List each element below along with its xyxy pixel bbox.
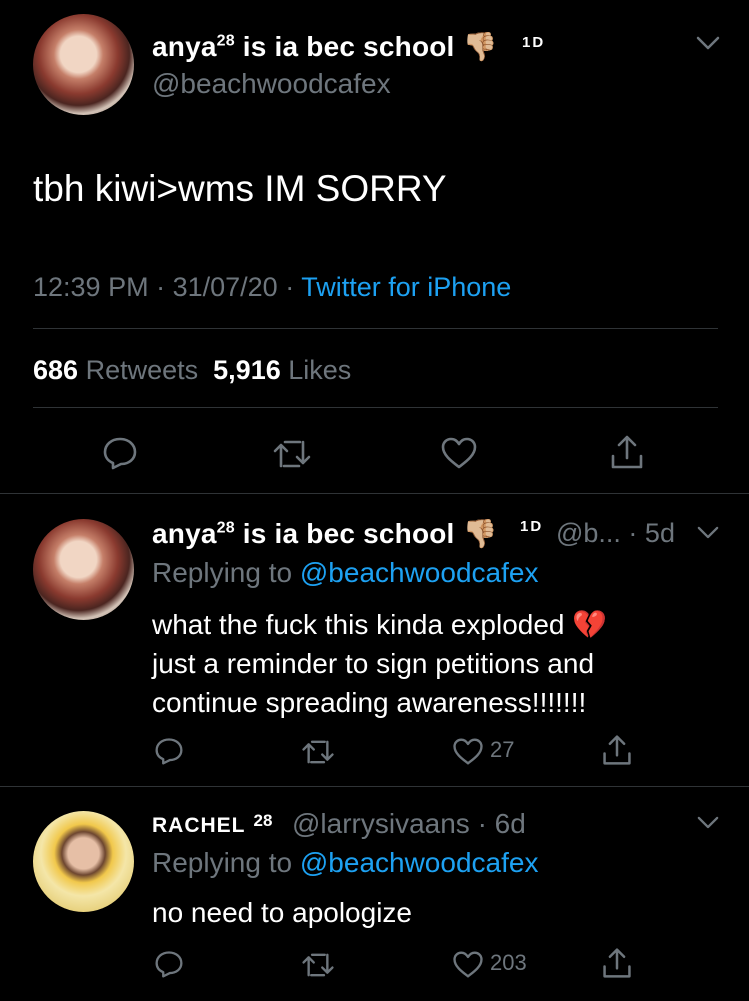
reply-text: no need to apologize [152, 897, 412, 928]
name-badge: 1D [520, 518, 544, 535]
tweet-meta: 12:39 PM · 31/07/20 · Twitter for iPhone [33, 272, 512, 302]
heart-icon[interactable] [452, 950, 484, 979]
replying-handle-link[interactable]: @beachwoodcafex [300, 847, 539, 878]
retweet-icon[interactable] [301, 951, 335, 979]
reply-icon[interactable] [154, 737, 184, 765]
tweet-source-link[interactable]: Twitter for iPhone [301, 272, 511, 302]
chevron-down-icon[interactable] [696, 36, 720, 50]
chevron-down-icon[interactable] [697, 526, 719, 539]
thumbs-down-emoji: 👎🏼 [462, 31, 498, 62]
share-icon[interactable] [601, 734, 633, 766]
heart-icon[interactable] [452, 737, 484, 766]
divider [0, 786, 749, 787]
reply-icon[interactable] [102, 436, 138, 470]
tweet-date: 31/07/20 [172, 272, 278, 302]
like-count: 203 [490, 950, 527, 975]
retweet-icon[interactable] [301, 738, 335, 766]
replying-to: Replying to @beachwoodcafex [152, 847, 539, 878]
engagement-stats: 686 Retweets 5,916 Likes [33, 355, 351, 386]
replying-handle-link[interactable]: @beachwoodcafex [300, 557, 539, 588]
avatar[interactable] [33, 811, 134, 912]
retweets-stat[interactable]: 686 Retweets [33, 355, 198, 385]
avatar[interactable] [33, 14, 134, 115]
thumbs-down-emoji: 👎🏼 [462, 518, 498, 549]
heart-icon[interactable] [440, 436, 478, 470]
like-count: 27 [490, 737, 515, 762]
display-name[interactable]: anya28 is ia bec school 👎🏼 [152, 30, 498, 63]
display-name[interactable]: anya28 is ia bec school 👎🏼 [152, 517, 498, 550]
divider [33, 407, 718, 408]
share-icon[interactable] [601, 947, 633, 979]
handle-time: @larrysivaans · 6d [292, 808, 526, 839]
avatar[interactable] [33, 519, 134, 620]
reply-text: what the fuck this kinda exploded 💔 just… [152, 609, 608, 718]
handle-time: @b... · 5d [556, 518, 675, 548]
likes-stat[interactable]: 5,916 Likes [213, 355, 351, 385]
retweet-icon[interactable] [272, 438, 312, 470]
chevron-down-icon[interactable] [697, 816, 719, 829]
divider [0, 493, 749, 494]
tweet-time: 12:39 PM [33, 272, 149, 302]
handle[interactable]: @beachwoodcafex [152, 68, 391, 100]
display-name[interactable]: RACHEL 28 [152, 812, 272, 838]
replying-to: Replying to @beachwoodcafex [152, 557, 539, 588]
share-icon[interactable] [609, 434, 645, 470]
reply-icon[interactable] [154, 950, 184, 978]
divider [33, 328, 718, 329]
tweet-text: tbh kiwi>wms IM SORRY [33, 168, 447, 209]
name-badge: 1D [522, 34, 546, 51]
